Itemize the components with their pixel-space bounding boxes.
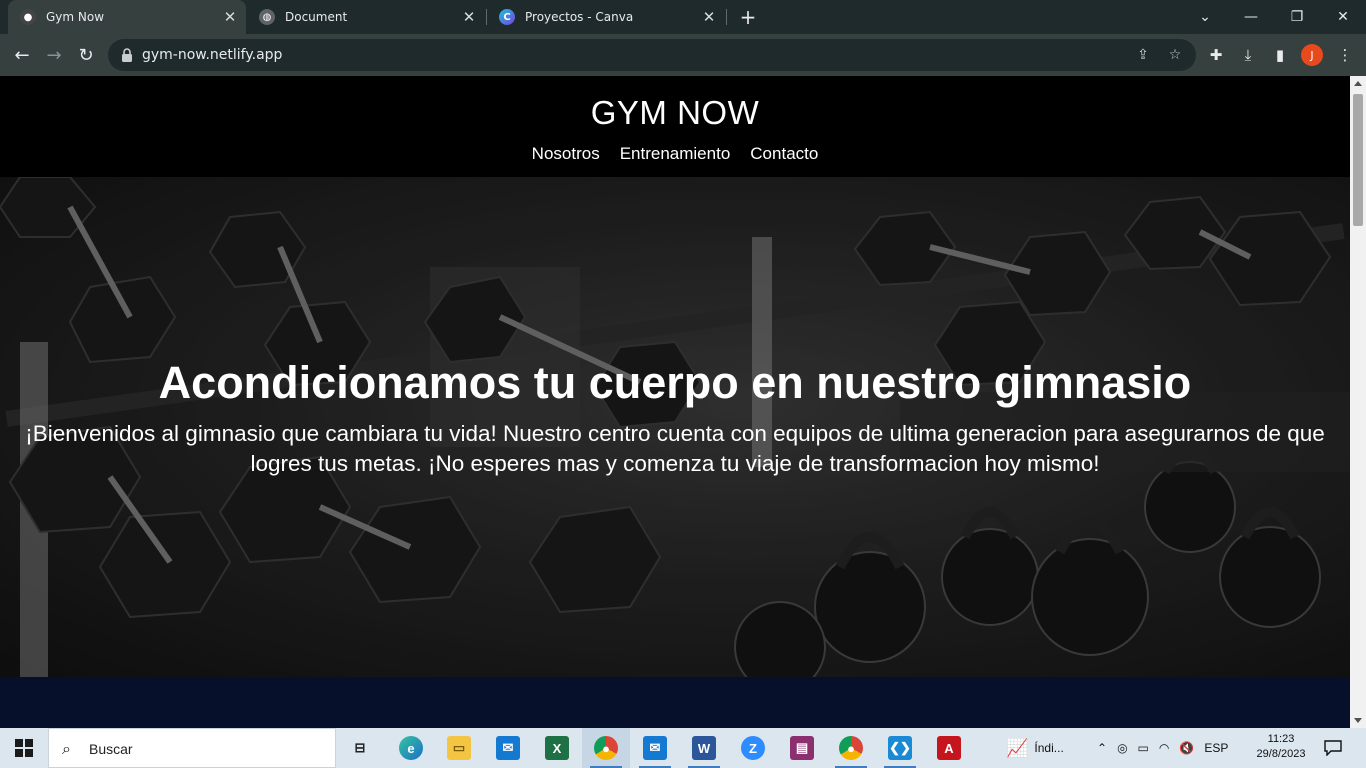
forward-button[interactable]: → (40, 41, 68, 69)
tab-canva[interactable]: C Proyectos - Canva ✕ (487, 0, 725, 34)
download-icon[interactable]: ⤓ (1237, 44, 1259, 66)
folder-icon: ▭ (447, 736, 471, 760)
extensions-puzzle-icon[interactable]: ✚ (1205, 44, 1227, 66)
task-view-button[interactable]: ⊟ (336, 728, 384, 768)
close-icon[interactable]: ✕ (459, 7, 479, 27)
system-clock[interactable]: 11:23 29/8/2023 (1248, 732, 1314, 762)
url-text: gym-now.netlify.app (142, 47, 283, 63)
menu-kebab-icon[interactable]: ⋮ (1334, 44, 1356, 66)
taskbar-mail-2[interactable]: ✉ (631, 728, 679, 768)
bookmark-star-icon[interactable]: ☆ (1164, 44, 1186, 66)
browser-tab-strip: ● Gym Now ✕ ◍ Document ✕ C Proyectos - C… (0, 0, 1366, 34)
taskbar-vscode[interactable]: ❮❯ (876, 728, 924, 768)
hero-title: Acondicionamos tu cuerpo en nuestro gimn… (158, 357, 1192, 408)
notification-icon (1324, 740, 1342, 756)
lock-icon (122, 48, 132, 62)
chrome-icon: ● (839, 736, 863, 760)
tab-title: Proyectos - Canva (525, 10, 634, 24)
search-icon: ⌕ (62, 739, 71, 758)
taskbar-excel[interactable]: X (533, 728, 581, 768)
taskbar-edge[interactable]: e (387, 728, 435, 768)
nav-link-entrenamiento[interactable]: Entrenamiento (620, 144, 731, 164)
taskbar-file-explorer[interactable]: ▭ (435, 728, 483, 768)
clock-time: 11:23 (1267, 733, 1295, 745)
taskbar-winrar[interactable]: ▤ (778, 728, 826, 768)
address-bar[interactable]: gym-now.netlify.app ⇪ ☆ (108, 39, 1196, 71)
scroll-down-icon[interactable] (1354, 718, 1362, 723)
scrollbar-thumb[interactable] (1353, 94, 1363, 226)
meet-now-icon[interactable]: ◎ (1117, 741, 1127, 755)
tab-search-chevron-down-icon[interactable]: ⌄ (1182, 0, 1228, 34)
taskbar-search-box[interactable]: ⌕ Buscar (48, 728, 336, 768)
task-view-icon: ⊟ (354, 740, 366, 755)
nav-link-contacto[interactable]: Contacto (750, 144, 818, 164)
close-icon[interactable]: ✕ (220, 7, 240, 27)
site-logo-title[interactable]: GYM NOW (0, 94, 1350, 132)
taskbar-mail[interactable]: ✉ (484, 728, 532, 768)
nav-link-nosotros[interactable]: Nosotros (532, 144, 600, 164)
vscode-icon: ❮❯ (888, 736, 912, 760)
tab-document[interactable]: ◍ Document ✕ (247, 0, 485, 34)
windows-logo-icon (15, 739, 33, 757)
chrome-icon: ● (594, 736, 618, 760)
chevron-up-icon[interactable]: ⌃ (1097, 741, 1107, 755)
new-tab-button[interactable]: + (736, 5, 760, 29)
site-header: GYM NOW Nosotros Entrenamiento Contacto (0, 76, 1350, 177)
battery-icon[interactable]: ▭ (1138, 741, 1149, 755)
wifi-icon[interactable]: ◠ (1159, 741, 1169, 755)
word-icon: W (692, 736, 716, 760)
edge-icon: e (399, 736, 423, 760)
tab-separator (726, 9, 727, 25)
next-section (0, 677, 1350, 728)
taskbar-zoom[interactable]: Z (729, 728, 777, 768)
windows-start-button[interactable] (0, 728, 48, 768)
minimize-button[interactable]: — (1228, 0, 1274, 34)
taskbar-chrome-active[interactable]: ● (582, 728, 630, 768)
share-icon[interactable]: ⇪ (1132, 44, 1154, 66)
page-viewport: GYM NOW Nosotros Entrenamiento Contacto (0, 76, 1350, 728)
mail-icon: ✉ (496, 736, 520, 760)
hero-description: ¡Bienvenidos al gimnasio que cambiara tu… (25, 421, 1325, 476)
site-nav: Nosotros Entrenamiento Contacto (0, 144, 1350, 164)
taskbar-word[interactable]: W (680, 728, 728, 768)
side-panel-icon[interactable]: ▮ (1269, 44, 1291, 66)
system-tray: ⌃ ◎ ▭ ◠ 🔇 ESP (1097, 728, 1228, 768)
restore-button[interactable]: ❐ (1274, 0, 1320, 34)
stock-chart-icon: 📈 (1006, 737, 1029, 758)
tab-title: Gym Now (46, 10, 105, 24)
taskbar-acrobat[interactable]: A (925, 728, 973, 768)
page-scrollbar[interactable] (1350, 76, 1366, 728)
volume-muted-icon[interactable]: 🔇 (1179, 741, 1194, 755)
language-indicator[interactable]: ESP (1204, 741, 1228, 755)
profile-avatar[interactable]: J (1301, 44, 1323, 66)
gym-favicon-icon: ● (20, 9, 36, 25)
search-placeholder: Buscar (89, 741, 133, 757)
zoom-icon: Z (741, 736, 765, 760)
browser-toolbar: ← → ↻ gym-now.netlify.app ⇪ ☆ ✚ ⤓ ▮ J ⋮ (0, 34, 1366, 76)
taskbar-chrome-2[interactable]: ● (827, 728, 875, 768)
mail-icon: ✉ (643, 736, 667, 760)
excel-icon: X (545, 736, 569, 760)
back-button[interactable]: ← (8, 41, 36, 69)
canva-icon: C (499, 9, 515, 25)
hero-section: Acondicionamos tu cuerpo en nuestro gimn… (0, 177, 1350, 677)
globe-icon: ◍ (259, 9, 275, 25)
tab-title: Document (285, 10, 348, 24)
notification-center-button[interactable] (1320, 736, 1346, 760)
winrar-icon: ▤ (790, 736, 814, 760)
close-icon[interactable]: ✕ (699, 7, 719, 27)
close-window-button[interactable]: ✕ (1320, 0, 1366, 34)
weather-label: Índi... (1034, 741, 1064, 755)
scroll-up-icon[interactable] (1354, 81, 1362, 86)
tab-gym-now[interactable]: ● Gym Now ✕ (8, 0, 246, 34)
windows-taskbar: ⌕ Buscar ⊟ e ▭ ✉ X ● ✉ W Z ▤ ● ❮❯ A 📈 Ín… (0, 728, 1366, 768)
reload-button[interactable]: ↻ (72, 41, 100, 69)
clock-date: 29/8/2023 (1256, 748, 1306, 760)
acrobat-icon: A (937, 736, 961, 760)
weather-widget[interactable]: 📈 Índi... (1006, 728, 1064, 768)
